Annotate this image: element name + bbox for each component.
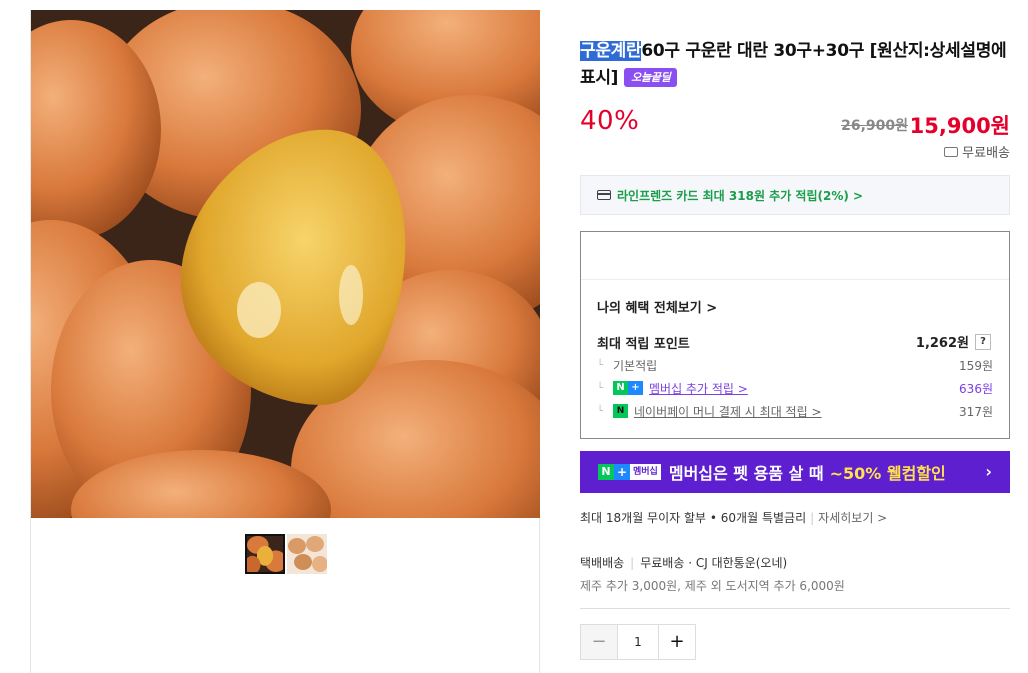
quantity-input[interactable]: 1 <box>617 625 659 659</box>
product-image-column <box>30 10 540 673</box>
max-point-value-group: 1,262원 ? <box>916 332 991 351</box>
max-point-value: 1,262원 <box>915 336 969 351</box>
quantity-decrease-button[interactable]: − <box>581 625 617 659</box>
installment-text: 최대 18개월 무이자 할부 • 60개월 특별금리 <box>580 511 807 525</box>
shipping-method: 택배배송 <box>580 556 625 570</box>
naver-pay-icon: N <box>613 404 628 418</box>
free-shipping-text: 무료배송 <box>962 146 1010 161</box>
original-price: 26,900원 <box>841 118 908 134</box>
benefit-header-area <box>581 232 1009 280</box>
quantity-stepper: − 1 + <box>580 624 696 660</box>
installment-details-link[interactable]: 자세히보기 > <box>818 511 887 525</box>
thumbnail-2[interactable] <box>287 534 327 574</box>
naver-plus-icon: N + <box>613 381 643 395</box>
truck-icon <box>944 146 959 157</box>
shipping-extra-fee: 제주 추가 3,000원, 제주 외 도서지역 추가 6,000원 <box>580 579 845 593</box>
benefit-row-basic: └ 기본적립 159원 <box>597 356 993 374</box>
benefit-box: 나의 혜택 전체보기 > 최대 적립 포인트 1,262원 ? └ 기본적립 1… <box>580 231 1010 439</box>
product-title: 구운계란60구 구운란 대란 30구+30구 [원산지:상세설명에 표시] 오늘끝… <box>580 38 1010 92</box>
tree-branch-icon: └ <box>597 405 604 417</box>
all-benefits-link[interactable]: 나의 혜택 전체보기 > <box>597 297 717 316</box>
membership-banner-accent: ~50% 웰컴할인 <box>829 464 946 483</box>
quantity-increase-button[interactable]: + <box>659 625 695 659</box>
shipping-courier: · CJ 대한통운(오네) <box>688 556 788 570</box>
membership-banner[interactable]: N + 멤버십 멤버십은 펫 용품 살 때 ~50% 웰컴할인 › <box>580 451 1010 493</box>
product-title-highlight: 구운계란 <box>580 41 642 61</box>
benefit-value: 636원 <box>959 381 993 396</box>
installment-info: 최대 18개월 무이자 할부 • 60개월 특별금리 | 자세히보기 > <box>580 511 888 525</box>
max-point-label: 최대 적립 포인트 <box>597 337 690 352</box>
card-promo-text: 라인프렌즈 카드 최대 318원 추가 적립(2%) > <box>617 188 864 203</box>
naverpay-points-link[interactable]: 네이버페이 머니 결제 시 최대 적립 > <box>634 403 822 420</box>
sale-price: 15,900원 <box>909 114 1010 138</box>
divider <box>580 608 1010 609</box>
membership-banner-text: 멤버십은 펫 용품 살 때 <box>668 464 824 483</box>
tree-branch-icon: └ <box>597 382 604 394</box>
shipping-info: 택배배송 | 무료배송 · CJ 대한통운(오네) <box>580 556 788 570</box>
benefit-value: 317원 <box>959 404 993 419</box>
chevron-right-icon: › <box>985 462 992 481</box>
benefit-value: 159원 <box>959 358 993 373</box>
tree-branch-icon: └ <box>597 359 604 371</box>
main-product-image[interactable] <box>31 10 540 518</box>
card-promo-box[interactable]: 라인프렌즈 카드 최대 318원 추가 적립(2%) > <box>580 175 1010 215</box>
today-deal-badge: 오늘끝딜 <box>624 68 678 87</box>
credit-card-icon <box>597 190 611 200</box>
thumbnail-1[interactable] <box>245 534 285 574</box>
membership-points-link[interactable]: 멤버십 추가 적립 > <box>649 380 748 397</box>
membership-badge-icon: N + 멤버십 <box>598 464 661 480</box>
benefit-row-membership: └ N + 멤버십 추가 적립 > 636원 <box>597 379 993 397</box>
discount-rate: 40% <box>580 106 640 136</box>
product-page: 구운계란60구 구운란 대란 30구+30구 [원산지:상세설명에 표시] 오늘끝… <box>0 0 1028 673</box>
free-shipping-label: 무료배송 <box>944 142 1010 161</box>
help-icon[interactable]: ? <box>975 333 991 350</box>
benefit-label: 기본적립 <box>613 358 658 373</box>
shipping-fee: 무료배송 <box>640 556 685 570</box>
benefit-row-naverpay: └ N 네이버페이 머니 결제 시 최대 적립 > 317원 <box>597 402 993 420</box>
thumbnail-strip <box>245 534 327 574</box>
